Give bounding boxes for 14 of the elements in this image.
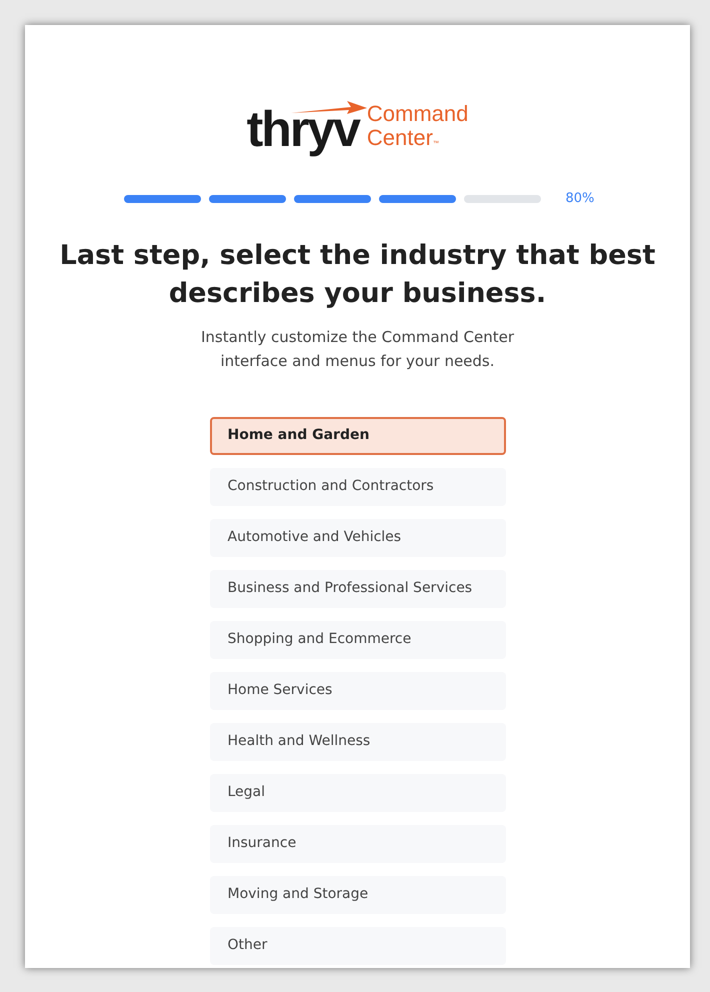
industry-option[interactable]: Legal — [210, 774, 506, 812]
industry-option[interactable]: Construction and Contractors — [210, 468, 506, 506]
industry-option[interactable]: Insurance — [210, 824, 506, 862]
industry-option[interactable]: Health and Wellness — [210, 722, 506, 760]
industry-option[interactable]: Home and Garden — [210, 416, 506, 454]
industry-option[interactable]: Home Services — [210, 672, 506, 710]
industry-option[interactable]: Automotive and Vehicles — [210, 518, 506, 556]
industry-option[interactable]: Business and Professional Services — [210, 570, 506, 608]
industry-option[interactable]: Moving and Storage — [210, 876, 506, 914]
subtitle: Instantly customize the Command Center interface and menus for your needs. — [200, 326, 516, 372]
heading: Last step, select the industry that best describes your business. — [58, 238, 656, 310]
industry-option[interactable]: Shopping and Ecommerce — [210, 620, 506, 658]
industry-option[interactable]: Other — [210, 926, 506, 964]
progress-percent: 80% — [566, 190, 594, 208]
